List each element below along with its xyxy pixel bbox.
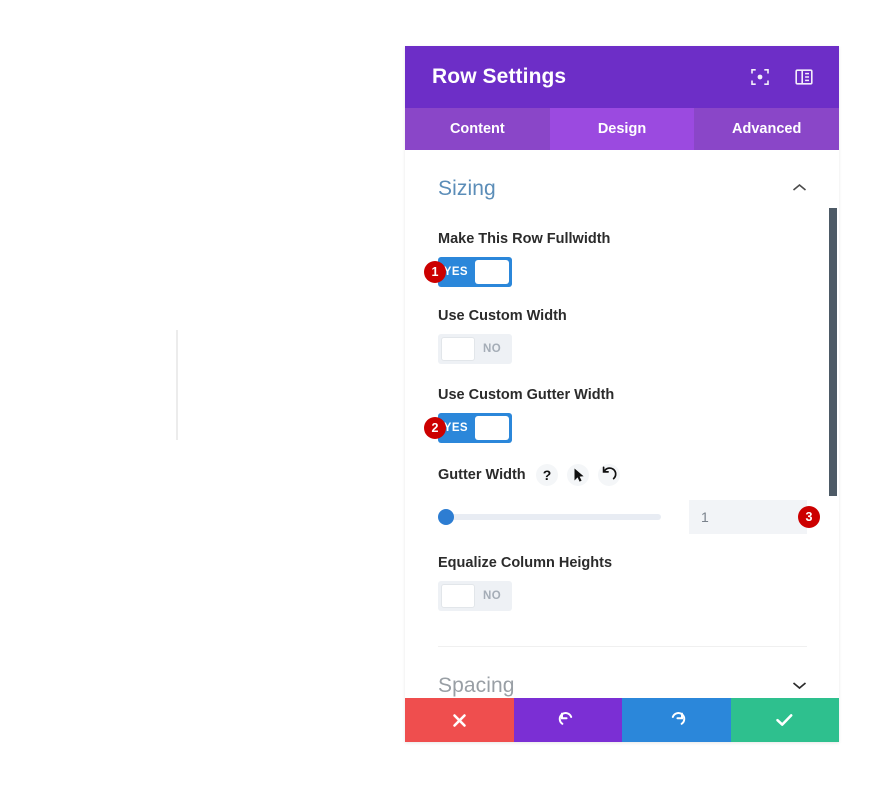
cursor-pointer-icon[interactable] [566, 464, 589, 486]
step-badge-1: 1 [424, 261, 446, 283]
section-title-sizing: Sizing [438, 177, 496, 200]
gutter-width-slider-row: 3 [438, 500, 820, 534]
field-use-custom-gutter-width: Use Custom Gutter Width 2 YES [424, 387, 807, 448]
redo-icon [667, 711, 686, 730]
help-icon[interactable]: ? [535, 464, 558, 486]
chevron-up-icon[interactable] [792, 180, 807, 198]
toggle-value-custom-width: NO [483, 343, 502, 355]
settings-scroll-area: Sizing Make This Row Fullwidth 1 YES Use… [405, 150, 839, 698]
gutter-width-input-wrap: 3 [689, 500, 820, 534]
panel-layout-icon[interactable] [794, 67, 814, 87]
reset-icon[interactable] [597, 464, 620, 486]
undo-icon [558, 711, 577, 730]
slider-track [438, 514, 661, 520]
toggle-equalize-column-heights[interactable]: NO [438, 581, 512, 611]
canvas-guide-line [176, 330, 178, 440]
label-use-custom-gutter-width: Use Custom Gutter Width [438, 387, 615, 403]
step-badge-2: 2 [424, 417, 446, 439]
save-button[interactable] [730, 698, 839, 742]
gutter-width-slider[interactable] [438, 509, 661, 525]
redo-button[interactable] [622, 698, 731, 742]
gutter-width-input[interactable] [689, 500, 807, 534]
toggle-wrap-equalize-column-heights: NO [438, 581, 512, 611]
scrollbar-thumb[interactable] [829, 208, 837, 496]
undo-button[interactable] [513, 698, 622, 742]
step-badge-3: 3 [798, 506, 820, 528]
chevron-down-icon[interactable] [792, 677, 807, 695]
tab-design[interactable]: Design [549, 108, 695, 150]
scrollbar-track[interactable] [829, 150, 837, 698]
cancel-button[interactable] [405, 698, 514, 742]
tab-content[interactable]: Content [405, 108, 550, 150]
toggle-use-custom-width[interactable]: NO [438, 334, 512, 364]
field-use-custom-width: Use Custom Width NO [438, 308, 807, 371]
field-make-row-fullwidth: Make This Row Fullwidth 1 YES [424, 231, 807, 292]
toggle-knob [475, 260, 509, 284]
section-header-sizing[interactable]: Sizing [438, 150, 807, 215]
toggle-wrap-custom-gutter-width: 2 YES [424, 413, 512, 443]
focus-icon[interactable] [750, 67, 770, 87]
modal-footer [405, 698, 839, 742]
label-make-row-fullwidth: Make This Row Fullwidth [438, 231, 611, 247]
section-header-spacing[interactable]: Spacing [438, 647, 807, 698]
toggle-wrap-fullwidth: 1 YES [424, 257, 512, 287]
toggle-knob [441, 337, 475, 361]
close-x-icon [451, 712, 468, 729]
toggle-value-equalize-column-heights: NO [483, 590, 502, 602]
row-settings-modal: Row Settings Content Design Advanced Siz… [405, 46, 839, 742]
tab-advanced[interactable]: Advanced [694, 108, 839, 150]
slider-thumb[interactable] [438, 509, 454, 525]
toggle-knob [441, 584, 475, 608]
label-gutter-width: Gutter Width ? [438, 464, 807, 486]
gutter-width-icon-group: ? [535, 464, 620, 486]
section-title-spacing: Spacing [438, 674, 515, 697]
label-equalize-column-heights: Equalize Column Heights [438, 555, 613, 571]
modal-header: Row Settings [405, 46, 839, 108]
field-gutter-width: Gutter Width ? 1 3 [438, 464, 820, 539]
label-use-custom-width: Use Custom Width [438, 308, 567, 324]
toggle-wrap-custom-width: NO [438, 334, 512, 364]
header-icon-group [750, 67, 814, 87]
checkmark-icon [775, 712, 794, 728]
svg-text:?: ? [542, 467, 551, 483]
field-equalize-column-heights: Equalize Column Heights NO [438, 555, 807, 618]
toggle-make-row-fullwidth[interactable]: YES [438, 257, 512, 287]
tab-bar: Content Design Advanced [405, 108, 839, 150]
page-title: Row Settings [432, 65, 567, 88]
toggle-use-custom-gutter-width[interactable]: YES [438, 413, 512, 443]
toggle-knob [475, 416, 509, 440]
